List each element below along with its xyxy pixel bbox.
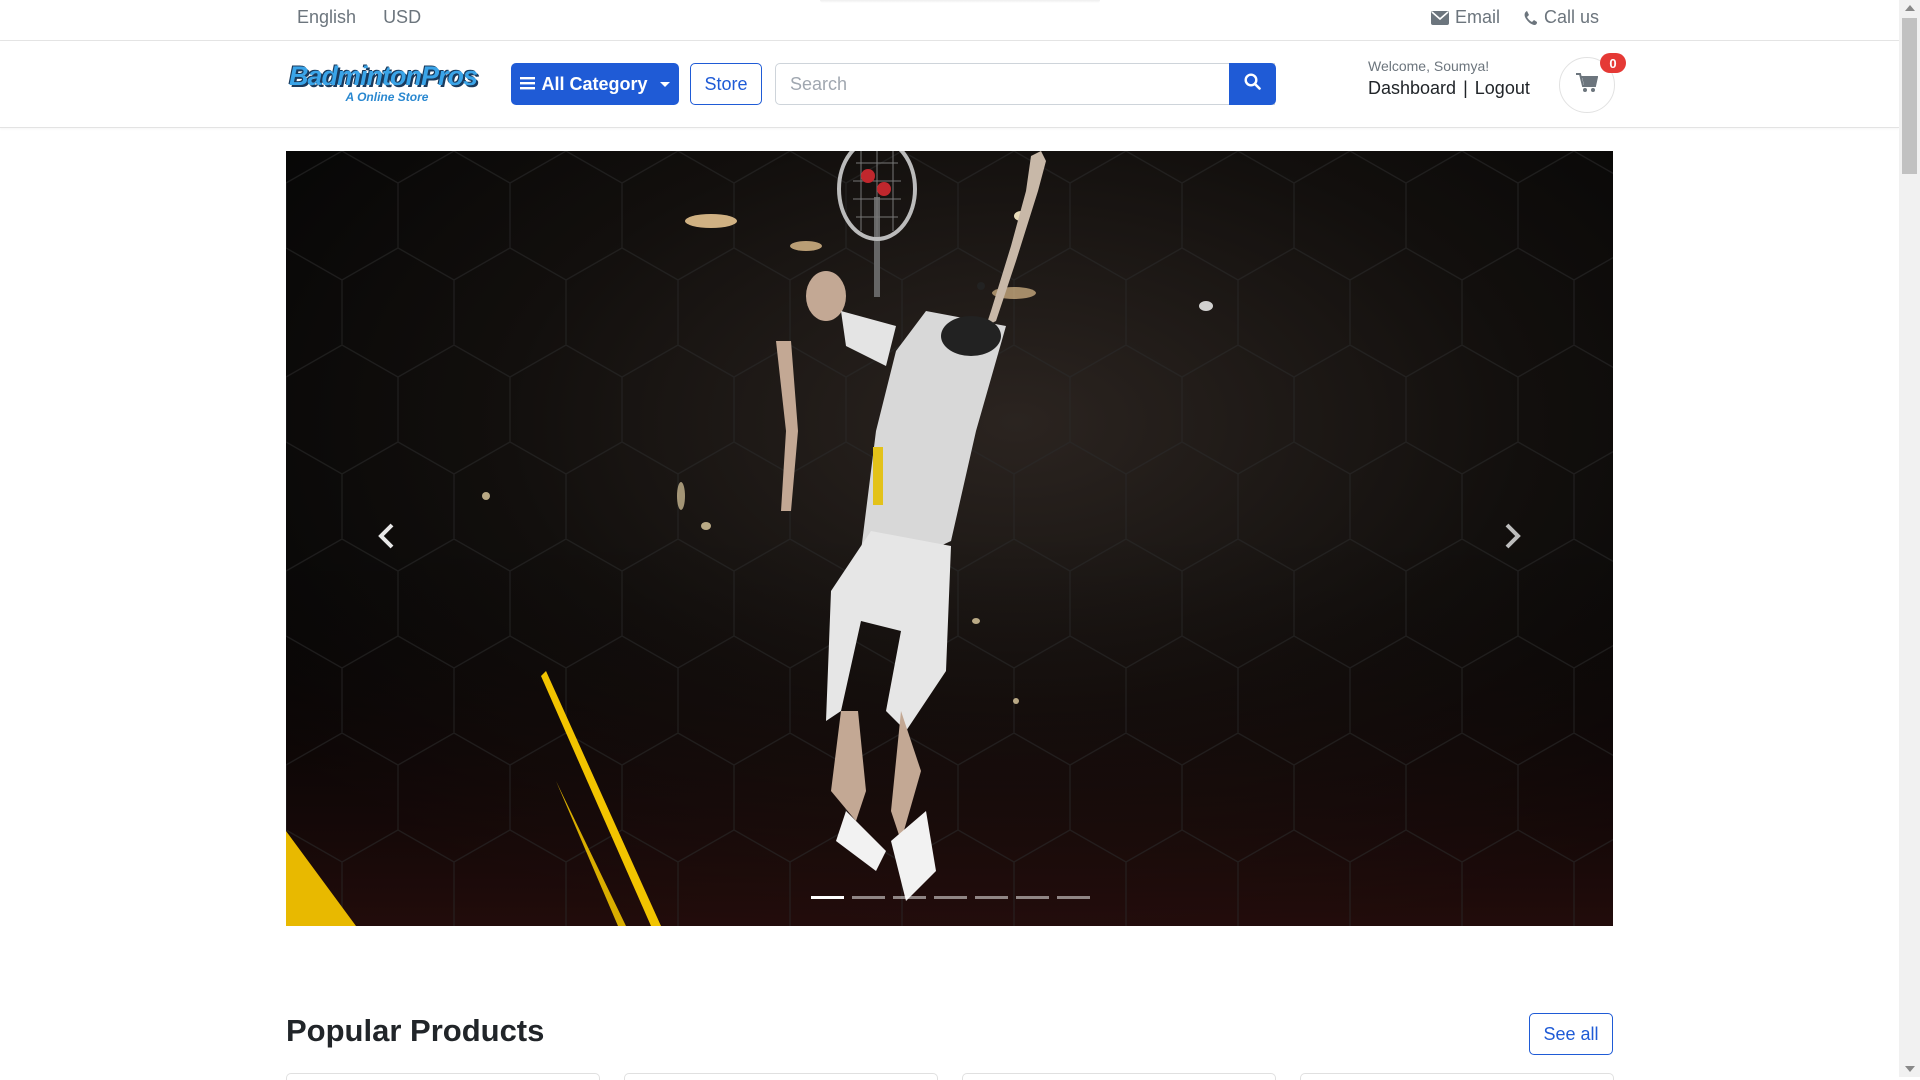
scrollbar-thumb[interactable] bbox=[1902, 18, 1917, 174]
carousel-indicator[interactable] bbox=[811, 896, 844, 899]
search-input[interactable] bbox=[775, 63, 1275, 105]
site-logo[interactable]: BadmintonPros A Online Store bbox=[289, 63, 485, 107]
caret-down-icon bbox=[659, 81, 670, 87]
call-label: Call us bbox=[1543, 7, 1599, 27]
scroll-up-arrow-icon[interactable] bbox=[1905, 5, 1915, 11]
carousel-prev-button[interactable] bbox=[316, 151, 456, 926]
all-category-button[interactable]: All Category bbox=[511, 63, 679, 105]
page-scrollbar[interactable] bbox=[1899, 0, 1920, 1077]
currency-selector[interactable]: USD bbox=[383, 7, 421, 27]
store-button[interactable]: Store bbox=[690, 63, 762, 105]
main-header: BadmintonPros A Online Store All Categor… bbox=[0, 41, 1899, 128]
scroll-down-arrow-icon[interactable] bbox=[1905, 1066, 1915, 1072]
popular-products-heading: Popular Products bbox=[286, 1013, 545, 1048]
top-bar-left: English USD bbox=[297, 7, 443, 28]
carousel-next-button[interactable] bbox=[1443, 151, 1583, 926]
chevron-left-icon bbox=[377, 523, 395, 554]
carousel-indicator[interactable] bbox=[893, 896, 926, 899]
top-shadow bbox=[820, 0, 1100, 3]
account-links: Dashboard | Logout bbox=[1368, 78, 1530, 99]
welcome-text: Welcome, Soumya! bbox=[1368, 58, 1490, 74]
email-link[interactable]: Email bbox=[1430, 7, 1500, 28]
top-bar-right: Email Call us bbox=[1430, 7, 1599, 28]
carousel-indicator[interactable] bbox=[852, 896, 885, 899]
see-all-button[interactable]: See all bbox=[1529, 1013, 1613, 1055]
carousel-indicator[interactable] bbox=[1057, 896, 1090, 899]
envelope-icon bbox=[1430, 10, 1449, 25]
language-selector[interactable]: English bbox=[297, 7, 356, 27]
hero-slide-image bbox=[286, 151, 1613, 926]
search-icon bbox=[1244, 73, 1261, 95]
carousel-indicators bbox=[811, 896, 1090, 899]
chevron-right-icon bbox=[1504, 523, 1522, 554]
carousel-indicator[interactable] bbox=[975, 896, 1008, 899]
logo-text: BadmintonPros bbox=[289, 61, 478, 91]
link-separator: | bbox=[1463, 78, 1468, 98]
email-label: Email bbox=[1454, 7, 1500, 27]
logo-tagline: A Online Store bbox=[345, 90, 429, 104]
call-link[interactable]: Call us bbox=[1524, 7, 1599, 28]
carousel-indicator[interactable] bbox=[1016, 896, 1049, 899]
dashboard-link[interactable]: Dashboard bbox=[1368, 78, 1456, 98]
menu-icon bbox=[520, 74, 536, 95]
shopping-cart-icon bbox=[1576, 72, 1599, 98]
top-bar: English USD Email Call us bbox=[0, 0, 1899, 41]
cart-count-badge: 0 bbox=[1600, 53, 1626, 73]
all-category-label: All Category bbox=[541, 73, 648, 94]
phone-icon bbox=[1524, 10, 1538, 26]
logout-link[interactable]: Logout bbox=[1475, 78, 1530, 98]
search-button[interactable] bbox=[1229, 63, 1276, 105]
carousel-indicator[interactable] bbox=[934, 896, 967, 899]
hero-carousel[interactable] bbox=[286, 151, 1613, 926]
